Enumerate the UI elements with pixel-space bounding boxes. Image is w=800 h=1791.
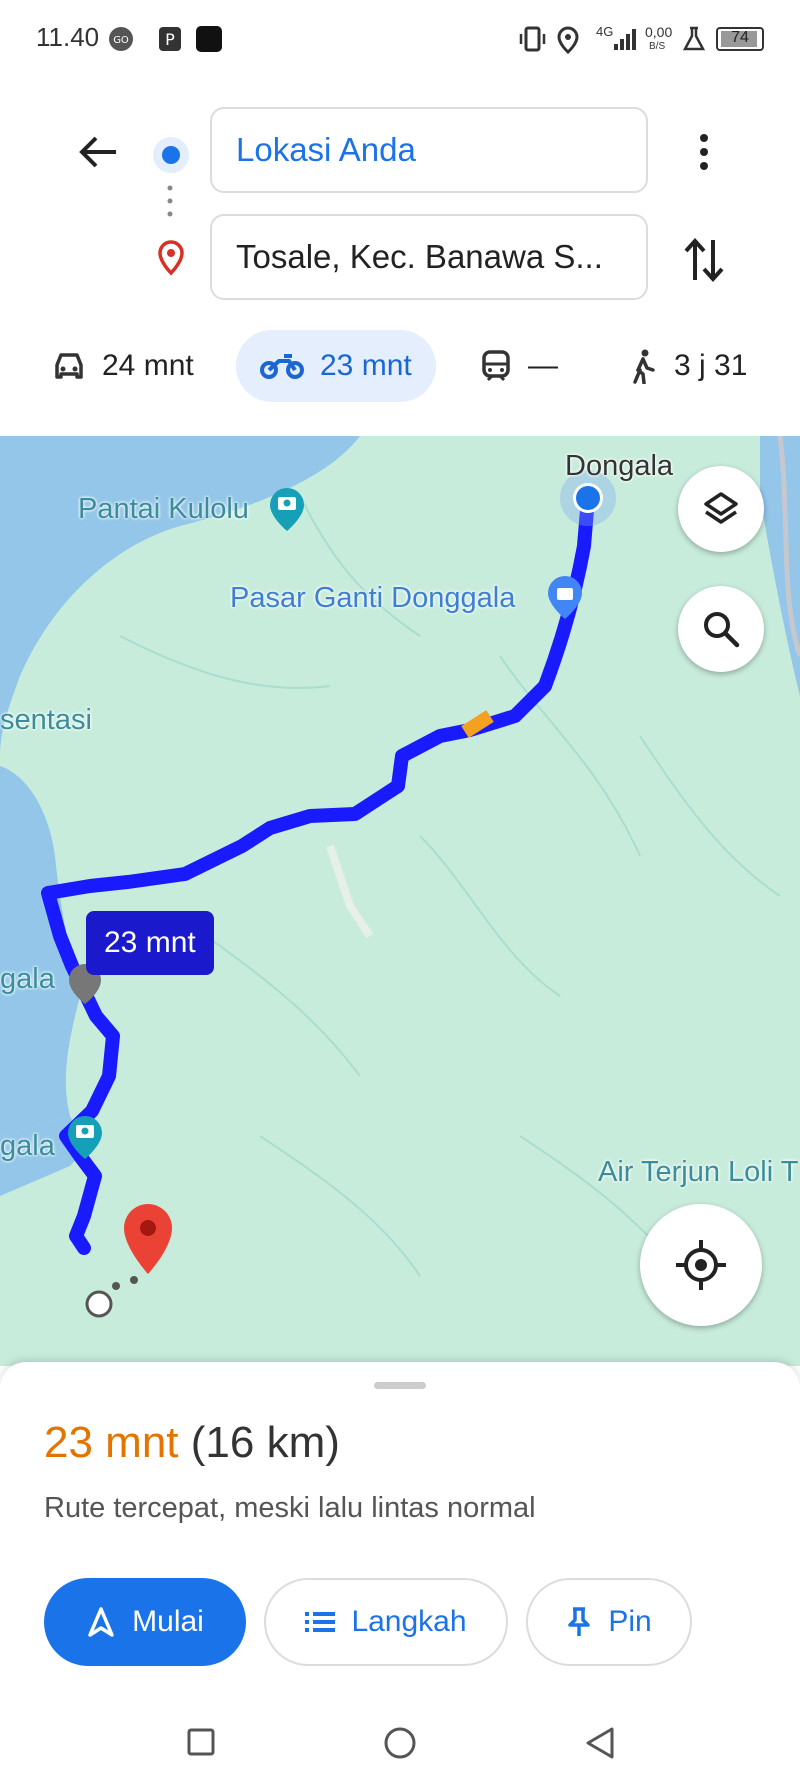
sheet-drag-handle[interactable] (374, 1382, 426, 1389)
layers-button[interactable] (678, 466, 764, 552)
net-speed-value: 0,00 (645, 24, 673, 40)
map-label-dongala: Dongala (565, 450, 674, 482)
swap-icon[interactable] (682, 234, 726, 286)
steps-button-label: Langkah (351, 1605, 467, 1638)
mode-transit[interactable]: — (480, 330, 558, 402)
map-label-gala-1: gala (0, 963, 55, 995)
app-icon (196, 26, 222, 52)
back-nav-icon[interactable] (584, 1726, 616, 1760)
mode-motorcycle-label: 23 mnt (320, 349, 412, 382)
destination-pin-icon (158, 240, 184, 276)
location-icon (557, 26, 579, 54)
gojek-icon: GO (109, 27, 133, 51)
battery-icon: 74 (716, 27, 764, 51)
mode-transit-label: — (528, 349, 558, 382)
map-label-sentasi: sentasi (0, 704, 92, 736)
network-type: 4G (596, 24, 614, 39)
my-location-icon (676, 1240, 726, 1290)
map-label-air-terjun: Air Terjun Loli T (598, 1156, 799, 1188)
origin-input[interactable]: Lokasi Anda (210, 107, 648, 193)
map-label-pasar-ganti: Pasar Ganti Donggala (230, 582, 516, 614)
origin-dot-icon (153, 137, 189, 173)
mode-walk[interactable]: 3 j 31 (628, 330, 747, 402)
start-button[interactable]: Mulai (44, 1578, 246, 1666)
navigation-arrow-icon (88, 1607, 114, 1637)
route-duration: 23 mnt (44, 1418, 179, 1467)
signal-icon (614, 29, 636, 50)
lab-flask-icon (682, 26, 706, 51)
svg-text:P: P (165, 30, 175, 49)
status-bar: 11.40 GO P 4G 0,00 B/S 74 (0, 0, 800, 80)
route-distance: (16 km) (190, 1418, 340, 1467)
search-along-route-button[interactable] (678, 586, 764, 672)
net-speed-unit: B/S (649, 41, 666, 52)
map-view[interactable]: Dongala Pantai Kulolu Pasar Ganti Dongga… (0, 436, 800, 1366)
route-end-marker (85, 1290, 113, 1318)
svg-text:GO: GO (113, 35, 129, 46)
pin-button[interactable]: Pin (526, 1578, 692, 1666)
transit-icon (482, 350, 510, 382)
destination-input[interactable]: Tosale, Kec. Banawa S... (210, 214, 648, 300)
motorcycle-icon (260, 354, 304, 379)
route-time-label: 23 mnt (104, 926, 196, 959)
pushpin-icon (568, 1607, 591, 1636)
recents-nav-icon[interactable] (186, 1727, 216, 1757)
route-summary-sheet: 23 mnt (16 km) Rute tercepat, meski lalu… (0, 1362, 800, 1791)
search-icon (704, 612, 740, 648)
map-label-gala-2: gala (0, 1130, 55, 1162)
walk-icon (633, 349, 655, 384)
travel-modes: 24 mnt 23 mnt — 3 j 31 (0, 330, 800, 406)
status-time: 11.40 (36, 22, 100, 52)
mode-car[interactable]: 24 mnt (52, 330, 194, 402)
car-icon (55, 353, 83, 379)
home-nav-icon[interactable] (383, 1726, 417, 1760)
mode-walk-label: 3 j 31 (674, 349, 748, 382)
route-description: Rute tercepat, meski lalu lintas normal (44, 1492, 536, 1524)
map-label-pantai-kulolu: Pantai Kulolu (78, 493, 249, 525)
current-location-dot (576, 486, 600, 510)
vibrate-icon (519, 26, 546, 52)
mode-car-label: 24 mnt (102, 349, 194, 382)
pin-button-label: Pin (608, 1605, 652, 1638)
layers-icon (704, 492, 738, 524)
directions-header: Lokasi Anda Tosale, Kec. Banawa S... (0, 80, 800, 330)
list-icon (305, 1612, 336, 1632)
more-options-icon[interactable] (692, 130, 716, 174)
start-button-label: Mulai (132, 1605, 204, 1638)
route-summary: 23 mnt (16 km) (44, 1418, 340, 1468)
route-dots-icon (167, 185, 173, 217)
battery-level: 74 (731, 29, 749, 46)
mode-motorcycle[interactable]: 23 mnt (236, 330, 436, 402)
recenter-button[interactable] (640, 1204, 762, 1326)
back-arrow-icon[interactable] (76, 130, 120, 174)
steps-button[interactable]: Langkah (264, 1578, 508, 1666)
route-time-callout[interactable]: 23 mnt (86, 911, 214, 975)
parking-app-icon: P (159, 27, 181, 51)
